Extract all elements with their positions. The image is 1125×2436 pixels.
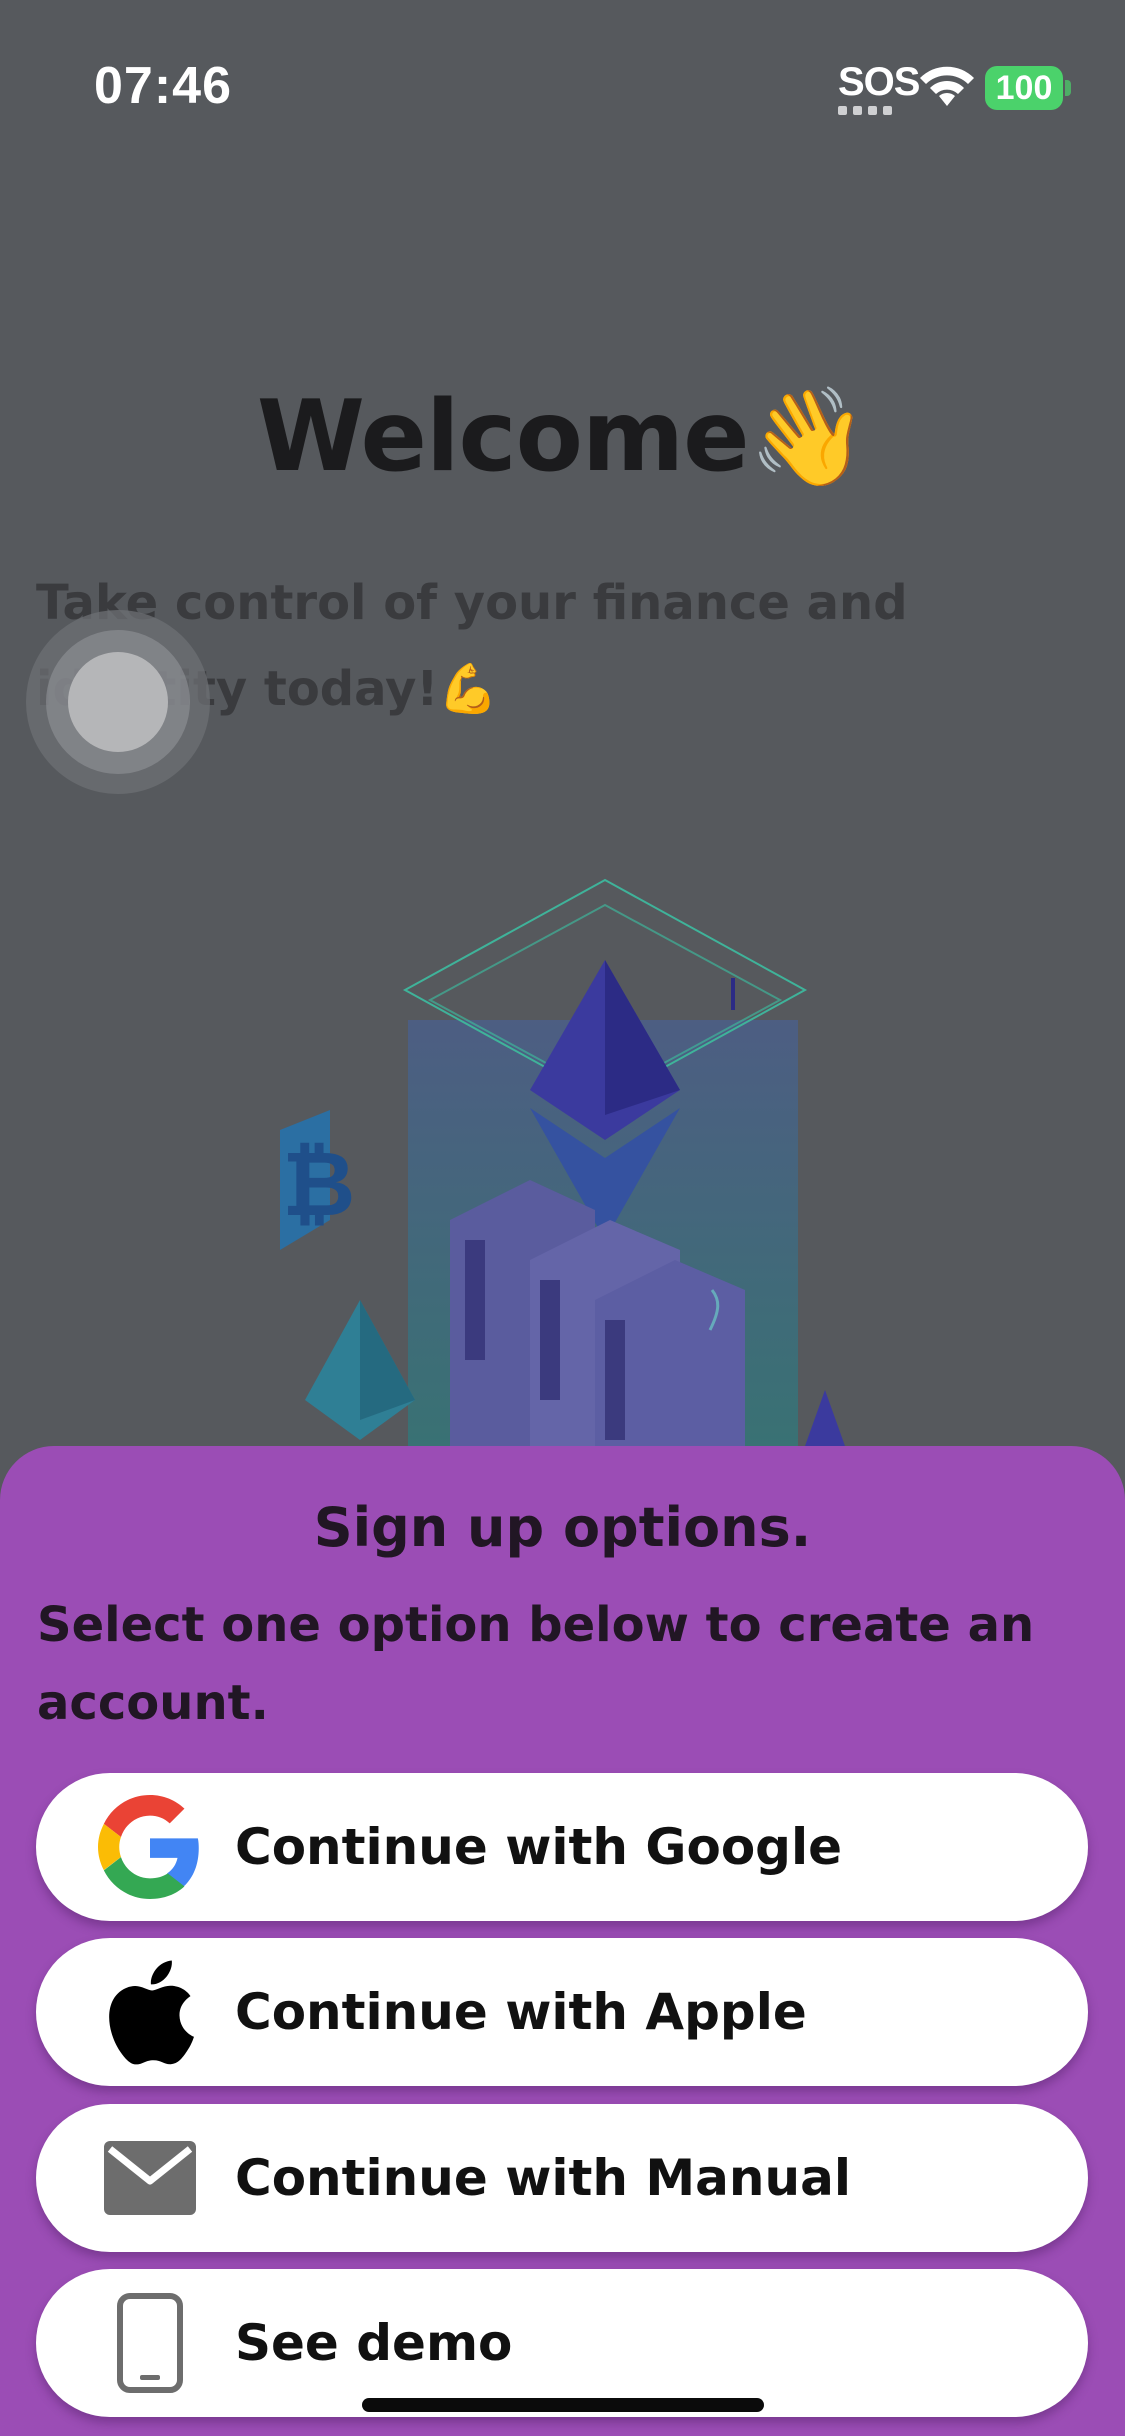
battery-level: 100 bbox=[985, 66, 1063, 110]
google-button-label: Continue with Google bbox=[235, 1818, 843, 1876]
status-bar: 07:46 SOS 100 bbox=[0, 0, 1125, 160]
status-time: 07:46 bbox=[94, 57, 232, 115]
google-icon bbox=[98, 1795, 202, 1899]
waving-hand-icon: 👋 bbox=[748, 381, 869, 493]
sos-indicator: SOS bbox=[838, 60, 920, 104]
continue-with-apple-button[interactable]: Continue with Apple bbox=[36, 1938, 1088, 2086]
wifi-icon bbox=[920, 66, 974, 106]
flexed-biceps-icon: 💪 bbox=[438, 661, 499, 717]
signup-bottom-sheet: Sign up options. Select one option below… bbox=[0, 1446, 1125, 2436]
manual-button-label: Continue with Manual bbox=[235, 2149, 851, 2207]
demo-button-label: See demo bbox=[235, 2314, 513, 2372]
apple-icon bbox=[98, 1960, 202, 2065]
see-demo-button[interactable]: See demo bbox=[36, 2269, 1088, 2417]
welcome-heading: Welcome👋 bbox=[0, 380, 1125, 494]
signal-dots-icon bbox=[838, 106, 892, 115]
mail-icon bbox=[98, 2128, 202, 2228]
phone-icon bbox=[98, 2293, 202, 2393]
svg-text:₿: ₿ bbox=[282, 1132, 355, 1237]
sheet-title: Sign up options. bbox=[313, 1496, 812, 1559]
apple-button-label: Continue with Apple bbox=[235, 1983, 807, 2041]
sheet-subtitle: Select one option below to create an acc… bbox=[37, 1597, 1035, 1731]
home-indicator[interactable] bbox=[362, 2398, 764, 2412]
continue-with-manual-button[interactable]: Continue with Manual bbox=[36, 2104, 1088, 2252]
crypto-illustration: ₿ bbox=[280, 878, 850, 1460]
assistive-touch-button[interactable] bbox=[26, 610, 210, 794]
battery-icon: 100 bbox=[985, 66, 1071, 110]
welcome-title: Welcome bbox=[256, 380, 750, 494]
continue-with-google-button[interactable]: Continue with Google bbox=[36, 1773, 1088, 1921]
